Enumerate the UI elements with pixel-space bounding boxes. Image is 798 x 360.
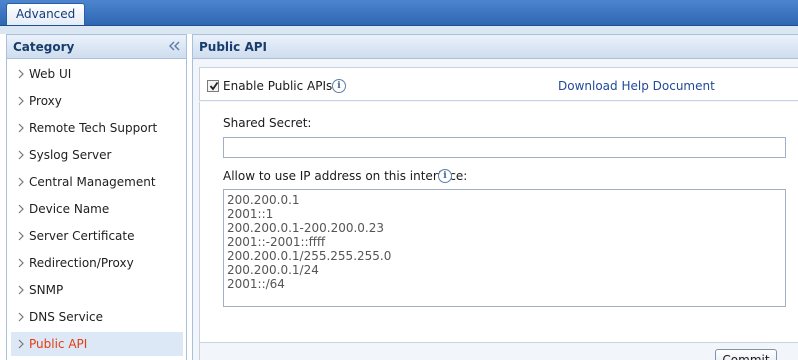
chevron-right-icon	[17, 257, 25, 269]
enable-public-apis-checkbox[interactable]	[207, 80, 219, 92]
sidebar-item-label: SNMP	[29, 283, 64, 297]
chevron-right-icon	[17, 122, 25, 134]
sidebar-title: Category	[13, 40, 75, 54]
sidebar-item-label: Web UI	[29, 67, 72, 81]
sidebar-item-label: Redirection/Proxy	[29, 256, 134, 270]
category-sidebar: Category Web UI Proxy Remote Tech Suppor…	[6, 34, 187, 360]
chevron-right-icon	[17, 311, 25, 323]
collapse-sidebar-icon[interactable]	[167, 38, 181, 54]
sidebar-item-label: Public API	[29, 337, 88, 351]
chevron-right-icon	[17, 284, 25, 296]
info-icon[interactable]: i	[438, 169, 452, 183]
enable-public-apis-label: Enable Public APIs	[223, 79, 333, 93]
page-title: Public API	[199, 40, 267, 54]
sidebar-item-label: DNS Service	[29, 310, 103, 324]
chevron-right-icon	[17, 203, 25, 215]
info-icon[interactable]: i	[332, 79, 346, 93]
allowed-ip-textarea[interactable]: 200.200.0.1 2001::1 200.200.0.1-200.200.…	[223, 189, 786, 307]
sidebar-item-label: Server Certificate	[29, 229, 135, 243]
footer-bar	[199, 343, 798, 360]
chevron-right-icon	[17, 149, 25, 161]
chevron-right-icon	[17, 230, 25, 242]
tab-advanced[interactable]: Advanced	[6, 3, 86, 25]
download-help-document-link[interactable]: Download Help Document	[558, 79, 715, 93]
shared-secret-input[interactable]	[223, 137, 786, 158]
sidebar-item-syslog-server[interactable]: Syslog Server	[11, 143, 183, 167]
tab-bar-underline	[0, 26, 798, 34]
sidebar-item-central-management[interactable]: Central Management	[11, 170, 183, 194]
ip-address-label: Allow to use IP address on this interfac…	[223, 169, 468, 183]
shared-secret-label: Shared Secret:	[223, 116, 312, 130]
sidebar-item-proxy[interactable]: Proxy	[11, 89, 183, 113]
sidebar-item-snmp[interactable]: SNMP	[11, 278, 183, 302]
top-tab-bar: Advanced	[0, 0, 798, 26]
sidebar-item-web-ui[interactable]: Web UI	[11, 62, 183, 86]
checkmark-icon	[209, 81, 219, 91]
sidebar-item-label: Syslog Server	[29, 148, 112, 162]
sidebar-item-label: Central Management	[29, 175, 156, 189]
sidebar-item-label: Proxy	[29, 94, 62, 108]
sidebar-item-dns-service[interactable]: DNS Service	[11, 305, 183, 329]
sidebar-item-label: Device Name	[29, 202, 110, 216]
sidebar-item-public-api[interactable]: Public API	[11, 332, 183, 356]
options-row: Enable Public APIs i Download Help Docum…	[199, 67, 798, 101]
sidebar-item-redirection-proxy[interactable]: Redirection/Proxy	[11, 251, 183, 275]
public-api-panel: Public API Enable Public APIs i Download…	[192, 34, 798, 360]
settings-form: Shared Secret: Allow to use IP address o…	[199, 102, 798, 343]
sidebar-header: Category	[7, 35, 186, 59]
sidebar-item-label: Remote Tech Support	[29, 121, 158, 135]
sidebar-item-remote-tech-support[interactable]: Remote Tech Support	[11, 116, 183, 140]
panel-header: Public API	[193, 35, 798, 59]
chevron-right-icon	[17, 176, 25, 188]
commit-button[interactable]: Commit	[715, 349, 777, 360]
chevron-right-icon	[17, 68, 25, 80]
chevron-right-icon	[17, 338, 25, 350]
chevron-right-icon	[17, 95, 25, 107]
sidebar-item-device-name[interactable]: Device Name	[11, 197, 183, 221]
sidebar-item-server-certificate[interactable]: Server Certificate	[11, 224, 183, 248]
